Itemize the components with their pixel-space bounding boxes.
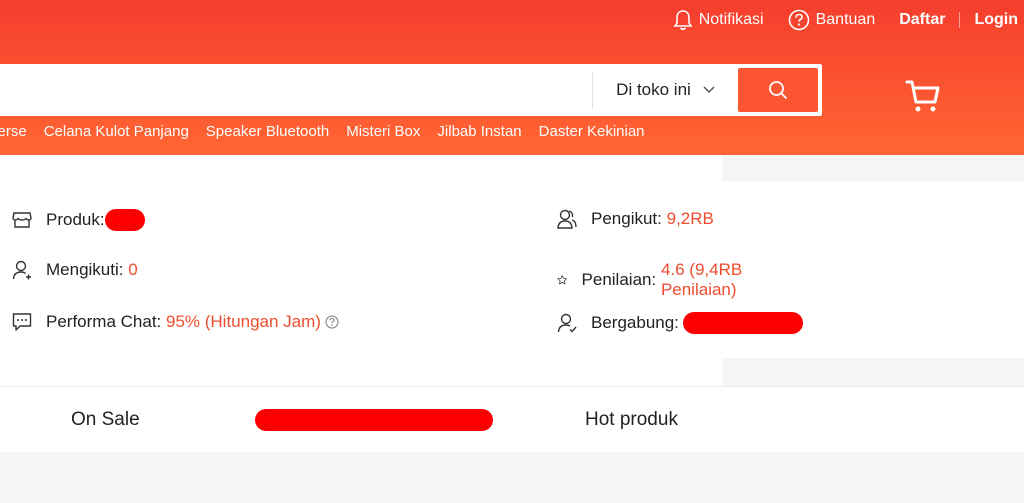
- register-link[interactable]: Daftar: [899, 11, 945, 29]
- chevron-down-icon: [703, 86, 715, 94]
- redacted-joined-value: [682, 312, 803, 334]
- keyword-suggestions: verse Celana Kulot Panjang Speaker Bluet…: [0, 123, 662, 143]
- shop-info-panel: Produk: Mengikuti: 0 Performa Chat: 95% …: [0, 155, 803, 386]
- person-add-icon: [12, 260, 31, 280]
- tab-on-sale[interactable]: On Sale: [71, 387, 140, 453]
- redacted-products-value: [104, 209, 145, 231]
- help-label: Bantuan: [815, 11, 876, 28]
- keyword-link[interactable]: Celana Kulot Panjang: [44, 123, 189, 143]
- search-bar: Di toko ini: [0, 64, 822, 116]
- chat-icon: [12, 313, 32, 331]
- keyword-link[interactable]: Jilbab Instan: [437, 123, 521, 143]
- store-icon: [12, 212, 32, 228]
- tab-hot-products[interactable]: Hot produk: [585, 387, 678, 453]
- search-button[interactable]: [738, 68, 818, 112]
- notifications-label: Notifikasi: [698, 11, 764, 28]
- stat-joined: Bergabung:: [557, 312, 803, 334]
- divider: [959, 12, 961, 28]
- top-bar: Notifikasi Bantuan Daftar Login: [673, 0, 1024, 40]
- header: Notifikasi Bantuan Daftar Login Di toko …: [0, 0, 1024, 155]
- search-scope-dropdown[interactable]: Di toko ini: [592, 71, 738, 109]
- stat-chat-performance: Performa Chat: 95% (Hitungan Jam): [12, 312, 353, 332]
- products-label: Produk:: [46, 210, 105, 229]
- rating-label: Penilaian:: [581, 270, 657, 289]
- redacted-tab-label: [255, 409, 493, 431]
- chat-value: 95% (Hitungan Jam): [166, 312, 321, 331]
- following-value: 0: [128, 260, 138, 279]
- keyword-link[interactable]: Daster Kekinian: [539, 123, 645, 143]
- followers-icon: [557, 209, 577, 229]
- help-circle-icon: [788, 9, 809, 31]
- keyword-link[interactable]: verse: [0, 123, 27, 143]
- search-input[interactable]: [0, 64, 592, 116]
- auth-links: Daftar Login: [899, 11, 1018, 29]
- stat-following: Mengikuti: 0: [12, 260, 138, 280]
- notifications-link[interactable]: Notifikasi: [673, 9, 764, 31]
- tab-redacted[interactable]: [255, 387, 493, 453]
- stat-products: Produk:: [12, 209, 145, 231]
- search-scope-label: Di toko ini: [616, 80, 691, 99]
- tab-on-sale-label: On Sale: [71, 409, 140, 430]
- followers-label: Pengikut:: [591, 209, 662, 228]
- star-icon: [557, 275, 568, 285]
- following-label: Mengikuti:: [46, 260, 124, 279]
- search-icon: [769, 81, 787, 99]
- joined-label: Bergabung:: [591, 313, 679, 332]
- login-link[interactable]: Login: [974, 11, 1018, 29]
- cart-icon: [905, 80, 940, 112]
- question-icon[interactable]: [325, 315, 339, 329]
- help-link[interactable]: Bantuan: [788, 9, 876, 31]
- tab-hot-products-label: Hot produk: [585, 409, 678, 430]
- keyword-link[interactable]: Misteri Box: [346, 123, 420, 143]
- person-check-icon: [557, 313, 577, 333]
- shop-tabs: On Sale Hot produk: [0, 386, 1024, 452]
- followers-value: 9,2RB: [666, 209, 714, 228]
- cart-button[interactable]: [905, 78, 941, 119]
- rating-value: 4.6 (9,4RB Penilaian): [660, 260, 743, 299]
- keyword-link[interactable]: Speaker Bluetooth: [206, 123, 329, 143]
- stat-rating: Penilaian: 4.6 (9,4RB Penilaian): [557, 260, 746, 300]
- bell-icon: [673, 10, 693, 31]
- chat-label: Performa Chat:: [46, 312, 162, 331]
- stat-followers: Pengikut: 9,2RB: [557, 209, 714, 229]
